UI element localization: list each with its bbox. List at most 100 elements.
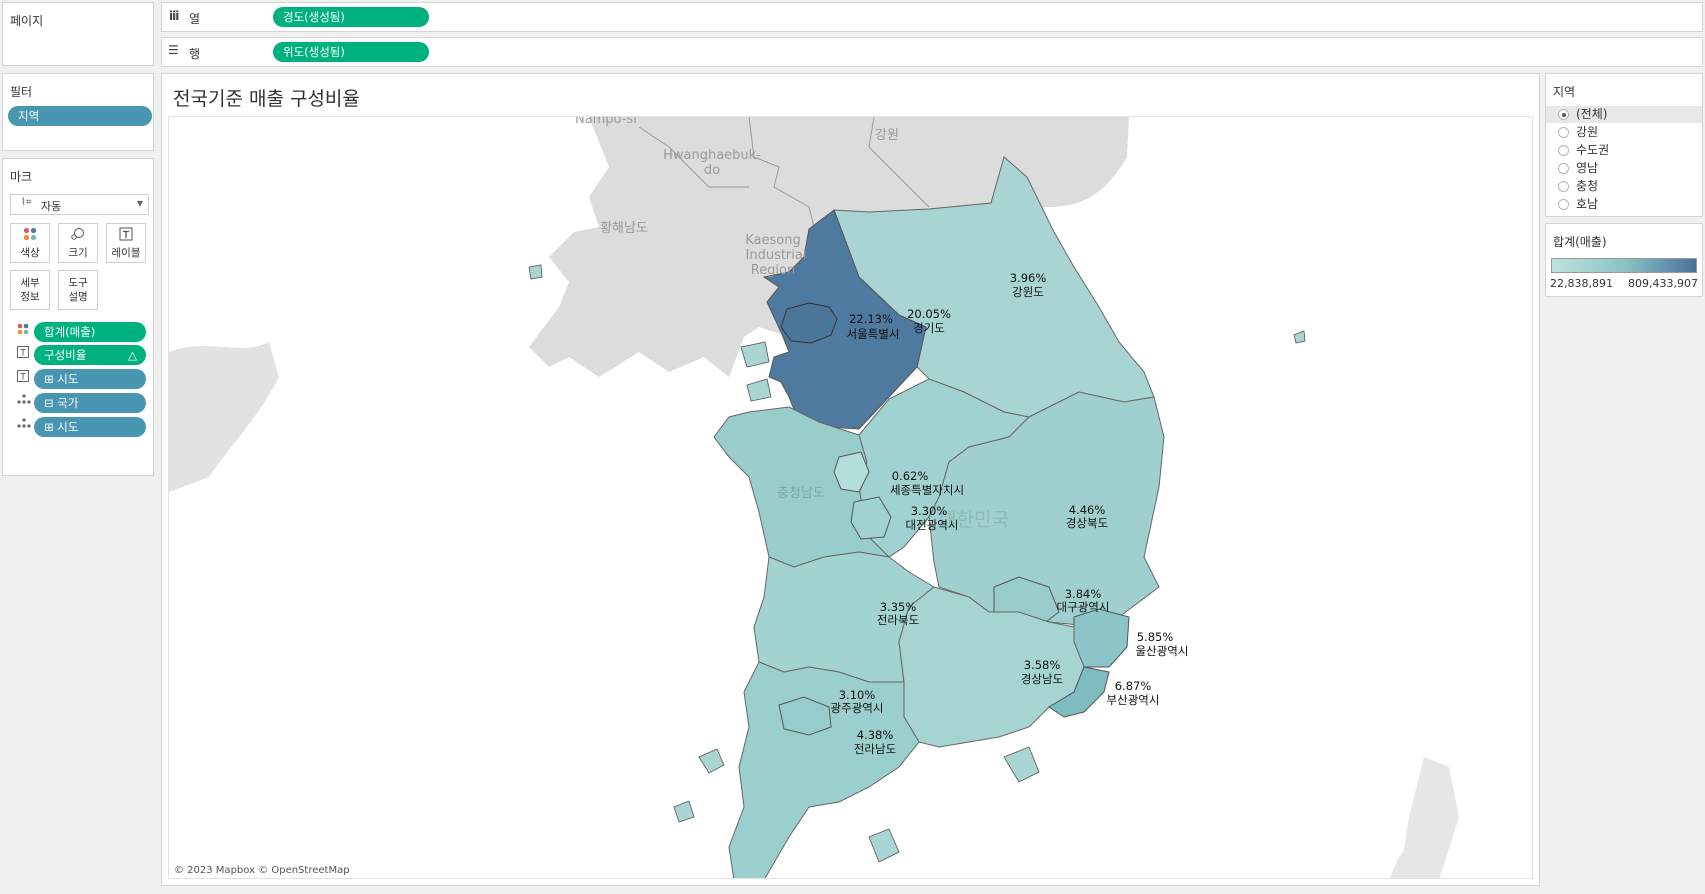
sejong-name: 세종특별자치시 [890,483,964,497]
sheet-title: 전국기준 매출 구성비율 [173,88,360,110]
pages-panel: 페이지 [2,2,154,66]
ratio-pill[interactable]: 구성비율 △ [34,345,146,365]
legend-min: 22,838,891 [1550,277,1613,290]
label-gyeongbuk: 4.46%경상북도 [1066,503,1108,530]
filters-panel: 필터 지역 [2,73,154,151]
chevron-down-icon: ▼ [136,199,143,208]
region-option-label: 호남 [1576,197,1599,211]
label-seoul: 22.13%서울특별시 [847,312,900,341]
legend-max: 809,433,907 [1628,277,1698,290]
text-label-icon [17,370,29,385]
detail-button[interactable]: 세부 정보 [10,270,50,310]
sejong-pct: 0.62% [892,469,929,483]
radio-selected-icon [1558,109,1569,120]
label-gyeongnam: 3.58%경상남도 [1021,658,1063,686]
label-gyeonggi: 20.05%경기도 [907,307,951,335]
province-detail-pill[interactable]: ⊞ 시도 [34,417,146,437]
gyeongnam-pct: 3.58% [1024,658,1061,672]
tooltip-button-label: 도구 설명 [68,276,87,304]
gyeongbuk-name: 경상북도 [1066,516,1108,530]
label-button[interactable]: 레이블 [106,223,146,263]
daegu-name: 대구광역시 [1057,600,1110,614]
radio-icon [1558,181,1569,192]
collapse-icon: ⊟ [44,396,54,410]
text-label-icon [17,346,29,361]
country-detail-pill-text: 국가 [57,396,79,410]
expand-icon: ⊞ [44,420,54,434]
label-jeonbuk: 3.35%전라북도 [877,600,919,627]
color-legend: 합계(매출) 22,838,891 809,433,907 [1545,223,1703,297]
region-filter-title: 지역 [1553,85,1576,99]
region-option-yeongnam[interactable]: 영남 [1546,160,1702,177]
jeonnam-name: 전라남도 [854,742,896,756]
rows-shelf[interactable]: ☰ 행 위도(생성됨) [161,37,1703,67]
west-island [528,264,543,280]
country-detail-pill[interactable]: ⊟ 국가 [34,393,146,413]
region-option-gangwon[interactable]: 강원 [1546,124,1702,141]
basemap-label: Hwanghaebuk- [663,148,761,163]
tooltip-button[interactable]: 도구 설명 [58,270,98,310]
basemap-label: Kaesong [745,233,800,248]
region-option-label: 강원 [1576,125,1599,139]
basemap-label: 충청남도 [777,486,825,501]
map-attribution: © 2023 Mapbox © OpenStreetMap [174,865,350,876]
basemap-label: 강원 [875,128,899,143]
region-filter-card: 지역 (전체) 강원 수도권 영남 충청 호남 [1545,73,1703,217]
longitude-pill[interactable]: 경도(생성됨) [273,7,429,27]
dokdo-island [1293,330,1306,344]
label-busan: 6.87%부산광역시 [1107,679,1160,707]
columns-icon: iii [169,9,179,23]
mark-type-dropdown[interactable]: ⌇⌗ 자동 ▼ [10,194,149,215]
rows-icon: ☰ [168,43,179,57]
region-option-honam[interactable]: 호남 [1546,196,1702,213]
province-detail-pill-text: 시도 [57,420,79,434]
radio-icon [1558,145,1569,156]
latitude-pill[interactable]: 위도(생성됨) [273,42,429,62]
sales-sum-pill[interactable]: 합계(매출) [34,322,146,342]
region-option-label: (전체) [1576,107,1608,121]
label-ulsan: 5.85%울산광역시 [1136,630,1189,658]
gangwon-pct: 3.96% [1010,271,1047,285]
map-svg: Nampo-si 강원 Hwanghaebuk- do 황해남도 Kaesong… [169,117,1459,878]
region-option-capital[interactable]: 수도권 [1546,142,1702,159]
basemap-land [169,342,279,492]
text-label-icon [107,227,145,245]
south-island [1003,746,1040,783]
region-filter-pill[interactable]: 지역 [8,106,152,126]
south-island [868,828,900,863]
gyeonggi-name: 경기도 [913,321,945,335]
basemap-label: 황해남도 [600,221,648,236]
gyeongnam-name: 경상남도 [1021,672,1063,686]
color-ramp [1551,258,1697,273]
gwangju-pct: 3.10% [839,688,876,702]
seoul-name: 서울특별시 [847,327,900,341]
size-button[interactable]: 크기 [58,223,98,263]
columns-label: 열 [189,12,201,26]
region-option-label: 충청 [1576,179,1599,193]
color-button[interactable]: 색상 [10,223,50,263]
filters-title: 필터 [10,85,33,99]
region-option-chungcheong[interactable]: 충청 [1546,178,1702,195]
daejeon-name: 대전광역시 [906,518,959,532]
basemap-label: Industrial [746,248,807,263]
province-label-pill[interactable]: ⊞ 시도 [34,369,146,389]
map-view[interactable]: Nampo-si 강원 Hwanghaebuk- do 황해남도 Kaesong… [168,116,1533,879]
region-ulsan[interactable] [1073,608,1130,668]
gyeonggi-pct: 20.05% [907,307,951,321]
province-label-pill-text: 시도 [57,372,79,386]
basemap-label: Region [751,263,796,278]
radio-icon [1558,199,1569,210]
color-dots-icon [17,323,29,338]
region-option-label: 수도권 [1576,143,1610,157]
columns-shelf[interactable]: iii 열 경도(생성됨) [161,2,1703,32]
region-option-all[interactable]: (전체) [1546,106,1702,123]
west-island [746,378,772,402]
gangwon-name: 강원도 [1012,285,1044,299]
mark-type-value: 자동 [41,200,62,213]
label-jeonnam: 4.38%전라남도 [854,728,896,756]
gwangju-name: 광주광역시 [831,701,884,715]
daejeon-pct: 3.30% [911,504,948,518]
radio-icon [1558,163,1569,174]
radio-icon [1558,127,1569,138]
basemap-label: Nampo-si [575,117,637,127]
